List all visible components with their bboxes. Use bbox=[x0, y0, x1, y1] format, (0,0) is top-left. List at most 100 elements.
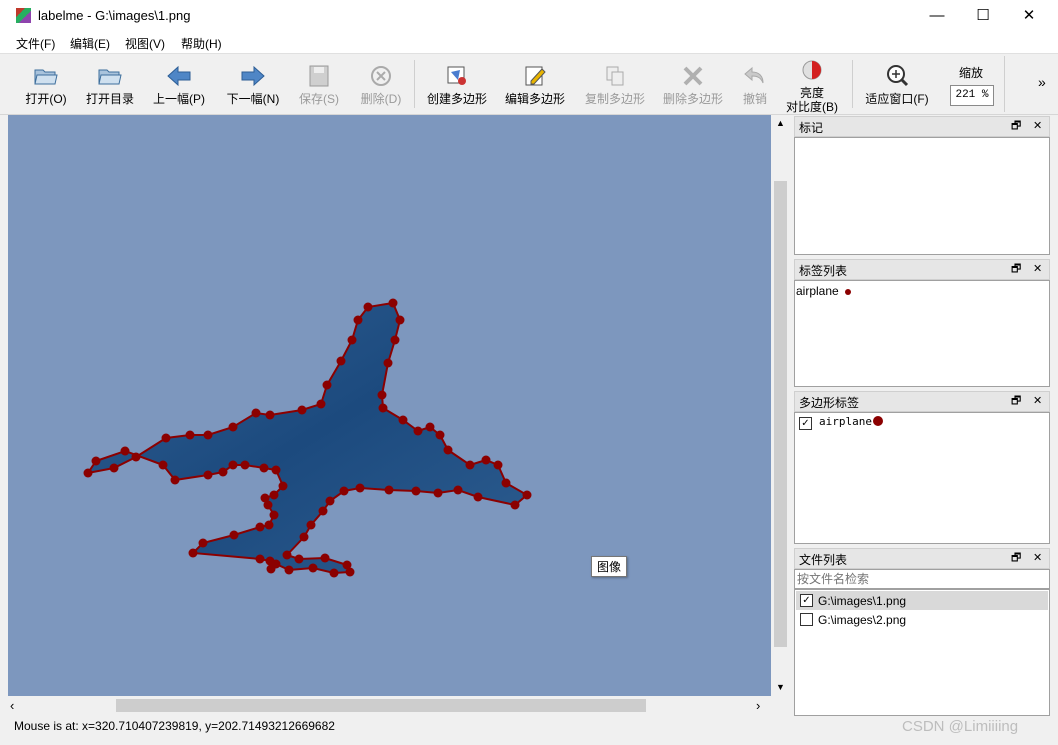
polygon-labels-list[interactable]: ✓ airplane bbox=[794, 412, 1050, 544]
vertical-scrollbar[interactable]: ▲ ▼ bbox=[772, 115, 789, 696]
polygon-vertex[interactable] bbox=[255, 522, 265, 532]
maximize-button[interactable]: ☐ bbox=[960, 0, 1006, 31]
float-dock-icon[interactable]: 🗗 bbox=[1011, 549, 1021, 568]
polygon-vertex[interactable] bbox=[158, 460, 168, 470]
polygon-vertex[interactable] bbox=[390, 335, 400, 345]
polygon-vertex[interactable] bbox=[522, 490, 532, 500]
polygon-vertex[interactable] bbox=[501, 478, 511, 488]
file-list[interactable]: ✓ G:\images\1.png G:\images\2.png bbox=[794, 589, 1050, 716]
polygon-vertex[interactable] bbox=[265, 556, 275, 566]
float-dock-icon[interactable]: 🗗 bbox=[1011, 392, 1021, 411]
list-item[interactable]: ✓ G:\images\1.png bbox=[796, 591, 1048, 610]
menu-edit[interactable]: 编辑(E) bbox=[70, 35, 110, 52]
polygon-vertex[interactable] bbox=[109, 463, 119, 473]
polygon-vertex[interactable] bbox=[318, 506, 328, 516]
minimize-button[interactable]: — bbox=[914, 0, 960, 31]
save-button[interactable]: 保存(S) bbox=[292, 54, 346, 114]
polygon-vertex[interactable] bbox=[378, 403, 388, 413]
polygon-vertex[interactable] bbox=[228, 460, 238, 470]
polygon-vertex[interactable] bbox=[266, 564, 276, 574]
next-image-button[interactable]: 下一幅(N) bbox=[220, 54, 286, 114]
polygon-vertex[interactable] bbox=[188, 548, 198, 558]
polygon-vertex[interactable] bbox=[278, 481, 288, 491]
delete-polygon-button[interactable]: 删除多边形 bbox=[658, 54, 728, 114]
file-checkbox[interactable] bbox=[800, 613, 813, 626]
polygon-vertex[interactable] bbox=[240, 460, 250, 470]
polygon-vertex[interactable] bbox=[264, 520, 274, 530]
fit-window-button[interactable]: 适应窗口(F) bbox=[860, 54, 934, 114]
vertical-scroll-thumb[interactable] bbox=[774, 181, 787, 647]
polygon-vertex[interactable] bbox=[299, 532, 309, 542]
polygon-vertex[interactable] bbox=[336, 356, 346, 366]
prev-image-button[interactable]: 上一幅(P) bbox=[146, 54, 212, 114]
delete-file-button[interactable]: 删除(D) bbox=[354, 54, 408, 114]
edit-polygon-button[interactable]: 编辑多边形 bbox=[500, 54, 570, 114]
toolbar-overflow-button[interactable]: » bbox=[1038, 74, 1046, 90]
polygon-vertex[interactable] bbox=[435, 430, 445, 440]
close-dock-icon[interactable]: ✕ bbox=[1033, 549, 1042, 568]
polygon-vertex[interactable] bbox=[384, 485, 394, 495]
polygon-vertex[interactable] bbox=[170, 475, 180, 485]
float-dock-icon[interactable]: 🗗 bbox=[1011, 117, 1021, 136]
polygon-vertex[interactable] bbox=[271, 465, 281, 475]
polygon-vertex[interactable] bbox=[398, 415, 408, 425]
polygon-vertex[interactable] bbox=[433, 488, 443, 498]
polygon-vertex[interactable] bbox=[284, 565, 294, 575]
polygon-vertex[interactable] bbox=[265, 410, 275, 420]
close-dock-icon[interactable]: ✕ bbox=[1033, 260, 1042, 279]
airplane-polygon[interactable] bbox=[85, 301, 529, 575]
polygon-vertex[interactable] bbox=[322, 380, 332, 390]
polygon-vertex[interactable] bbox=[355, 483, 365, 493]
float-dock-icon[interactable]: 🗗 bbox=[1011, 260, 1021, 279]
polygon-vertex[interactable] bbox=[308, 563, 318, 573]
polygon-vertex[interactable] bbox=[218, 467, 228, 477]
polygon-vertex[interactable] bbox=[345, 567, 355, 577]
horizontal-scrollbar[interactable]: ‹ › bbox=[8, 697, 771, 714]
polygon-vertex[interactable] bbox=[363, 302, 373, 312]
open-dir-button[interactable]: 打开目录 bbox=[80, 54, 140, 114]
polygon-vertex[interactable] bbox=[493, 460, 503, 470]
polygon-vertex[interactable] bbox=[161, 433, 171, 443]
polygon-vertex[interactable] bbox=[325, 496, 335, 506]
polygon-vertex[interactable] bbox=[395, 315, 405, 325]
flags-list[interactable] bbox=[794, 137, 1050, 255]
close-button[interactable]: ✕ bbox=[1006, 0, 1052, 31]
menu-view[interactable]: 视图(V) bbox=[125, 35, 165, 52]
polygon-label-name[interactable]: airplane bbox=[819, 415, 872, 428]
polygon-vertex[interactable] bbox=[131, 452, 141, 462]
polygon-vertex[interactable] bbox=[306, 520, 316, 530]
scroll-down-arrow[interactable]: ▼ bbox=[772, 679, 789, 696]
polygon-vertex[interactable] bbox=[255, 554, 265, 564]
menu-file[interactable]: 文件(F) bbox=[16, 35, 55, 52]
file-checkbox[interactable]: ✓ bbox=[800, 594, 813, 607]
polygon-vertex[interactable] bbox=[388, 298, 398, 308]
polygon-vertex[interactable] bbox=[425, 422, 435, 432]
copy-polygon-button[interactable]: 复制多边形 bbox=[580, 54, 650, 114]
polygon-visible-checkbox[interactable]: ✓ bbox=[799, 417, 812, 430]
polygon-vertex[interactable] bbox=[260, 493, 270, 503]
polygon-vertex[interactable] bbox=[120, 446, 130, 456]
zoom-spinbox[interactable]: 221 % bbox=[950, 85, 994, 106]
close-dock-icon[interactable]: ✕ bbox=[1033, 117, 1042, 136]
polygon-vertex[interactable] bbox=[294, 554, 304, 564]
undo-button[interactable]: 撤销 bbox=[734, 54, 776, 114]
polygon-vertex[interactable] bbox=[453, 485, 463, 495]
polygon-vertex[interactable] bbox=[329, 568, 339, 578]
label-list[interactable]: airplane bbox=[794, 280, 1050, 387]
scroll-right-arrow[interactable]: › bbox=[756, 697, 770, 714]
polygon-vertex[interactable] bbox=[251, 408, 261, 418]
polygon-vertex[interactable] bbox=[413, 426, 423, 436]
image-canvas[interactable]: 图像 bbox=[8, 115, 771, 696]
create-polygon-button[interactable]: 创建多边形 bbox=[422, 54, 492, 114]
list-item[interactable]: airplane bbox=[796, 284, 852, 298]
polygon-vertex[interactable] bbox=[481, 455, 491, 465]
polygon-vertex[interactable] bbox=[83, 468, 93, 478]
polygon-vertex[interactable] bbox=[443, 445, 453, 455]
polygon-vertex[interactable] bbox=[347, 335, 357, 345]
scroll-up-arrow[interactable]: ▲ bbox=[772, 115, 789, 132]
polygon-vertex[interactable] bbox=[198, 538, 208, 548]
polygon-vertex[interactable] bbox=[282, 550, 292, 560]
polygon-vertex[interactable] bbox=[383, 358, 393, 368]
polygon-vertex[interactable] bbox=[229, 530, 239, 540]
polygon-vertex[interactable] bbox=[269, 510, 279, 520]
